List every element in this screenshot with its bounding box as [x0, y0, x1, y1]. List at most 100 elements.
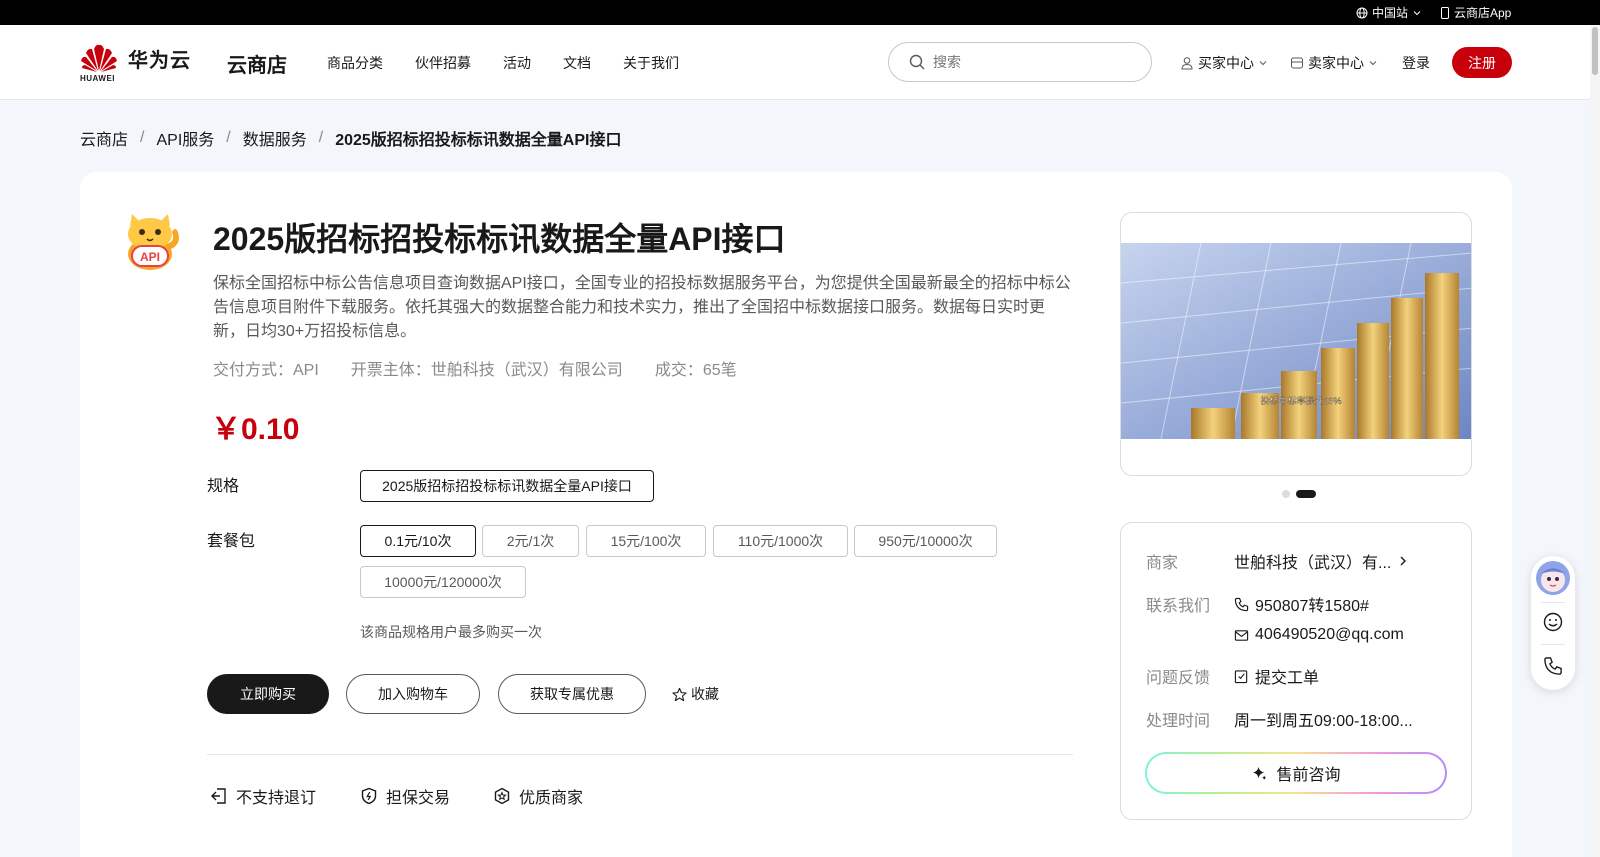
chevron-right-icon — [1400, 556, 1407, 566]
merchant-name: 世舶科技（武汉）有... — [1234, 555, 1392, 572]
mail-icon — [1234, 629, 1249, 641]
main-nav: 商品分类 伙伴招募 活动 文档 关于我们 — [327, 53, 711, 73]
phone-icon — [1544, 657, 1562, 675]
product-price: ￥0.10 — [211, 413, 300, 446]
floating-toolbar — [1531, 556, 1575, 690]
breadcrumb-separator: / — [140, 129, 145, 146]
gallery-slide-caption: 投标中标率提升25% — [1260, 395, 1341, 406]
huawei-cloud-logo[interactable]: 华为云 — [80, 43, 191, 73]
badge-star-icon — [494, 787, 510, 805]
product-description: 保标全国招标中标公告信息项目查询数据API接口，全国专业的招投标数据服务平台，为… — [213, 275, 1071, 340]
submit-ticket-link[interactable]: 提交工单 — [1234, 664, 1319, 688]
nav-item-docs[interactable]: 文档 — [563, 53, 591, 73]
nav-item-events[interactable]: 活动 — [503, 53, 531, 73]
favorite-button[interactable]: 收藏 — [672, 684, 719, 704]
nav-item-about[interactable]: 关于我们 — [623, 53, 679, 73]
phone-contact-button[interactable] — [1531, 656, 1575, 676]
gallery-dot-active[interactable] — [1296, 490, 1316, 498]
buyer-center-menu[interactable]: 买家中心 — [1180, 53, 1268, 73]
product-icon: API — [128, 214, 179, 270]
gallery-slide-image: 投标中标率提升25% — [1121, 243, 1471, 439]
email-value[interactable]: 406490520@qq.com — [1234, 626, 1404, 644]
hours-row: 处理时间 周一到周五09:00-18:00... — [1146, 707, 1413, 731]
shield-icon — [361, 787, 377, 805]
phone-icon — [1234, 597, 1249, 611]
scrollbar-thumb[interactable] — [1592, 27, 1598, 75]
spec-option[interactable]: 2025版招标招投标标讯数据全量API接口 — [360, 470, 654, 502]
page-scrollbar[interactable] — [1590, 25, 1600, 857]
app-label: 云商店App — [1454, 6, 1512, 20]
package-option-5[interactable]: 950元/10000次 — [854, 525, 997, 557]
app-download-link[interactable]: 云商店App — [1440, 0, 1511, 25]
region-label: 中国站 — [1372, 6, 1409, 20]
package-option-1[interactable]: 0.1元/10次 — [360, 525, 476, 557]
delivery-method: 交付方式：API — [213, 362, 319, 379]
phone-device-icon — [1441, 6, 1449, 19]
seller-center-label: 卖家中心 — [1308, 55, 1364, 71]
store-icon — [1291, 57, 1303, 69]
merchant-label: 商家 — [1146, 555, 1179, 572]
add-to-cart-button[interactable]: 加入购物车 — [346, 674, 480, 714]
star-icon — [672, 687, 687, 701]
merchant-link[interactable]: 世舶科技（武汉）有... — [1234, 549, 1409, 573]
search-box[interactable] — [888, 42, 1152, 82]
get-offer-button[interactable]: 获取专属优惠 — [498, 674, 646, 714]
assistant-avatar-icon — [1536, 561, 1570, 595]
submit-ticket-label: 提交工单 — [1255, 670, 1320, 687]
signup-button[interactable]: 注册 — [1452, 47, 1512, 78]
buyer-center-label: 买家中心 — [1198, 55, 1254, 71]
chevron-down-icon — [1259, 61, 1267, 66]
region-selector[interactable]: 中国站 — [1356, 0, 1422, 25]
product-card: API 2025版招标招投标标讯数据全量API接口 保标全国招标中标公告信息项目… — [80, 172, 1512, 857]
email-address: 406490520@qq.com — [1255, 626, 1404, 643]
guarantee-label: 担保交易 — [386, 790, 451, 807]
phone-value[interactable]: 950807转1580# — [1234, 592, 1404, 616]
spec-label: 规格 — [207, 478, 240, 495]
feedback-smile-button[interactable] — [1531, 612, 1575, 632]
breadcrumb-separator: / — [226, 129, 231, 146]
package-option-2[interactable]: 2元/1次 — [482, 525, 579, 557]
search-input[interactable] — [933, 54, 1133, 70]
presale-consult-button[interactable]: 售前咨询 — [1145, 752, 1447, 794]
product-gallery[interactable]: 投标中标率提升25% — [1120, 212, 1472, 476]
product-icon-label: API — [140, 250, 160, 264]
merchant-row: 商家 世舶科技（武汉）有... — [1146, 549, 1409, 573]
user-icon — [1181, 57, 1193, 70]
contact-row: 联系我们 950807转1580# 406490520@qq.com — [1146, 592, 1404, 644]
divider — [207, 754, 1073, 755]
seller-center-menu[interactable]: 卖家中心 — [1290, 53, 1378, 73]
logo-text: 华为云 — [128, 49, 191, 72]
favorite-label: 收藏 — [691, 686, 719, 702]
store-title[interactable]: 云商店 — [227, 49, 287, 78]
gallery-dot[interactable] — [1282, 490, 1290, 498]
guarantee-label: 不支持退订 — [236, 790, 317, 807]
guarantee-escrow: 担保交易 — [360, 784, 450, 808]
site-header: 华为云 HUAWEI 云商店 商品分类 伙伴招募 活动 文档 关于我们 买家中心… — [0, 25, 1600, 100]
breadcrumb-item-api[interactable]: API服务 — [156, 126, 214, 150]
product-title: 2025版招标招投标标讯数据全量API接口 — [213, 221, 786, 257]
breadcrumb-item-data[interactable]: 数据服务 — [243, 126, 307, 150]
nav-item-categories[interactable]: 商品分类 — [327, 53, 383, 73]
exit-icon — [211, 788, 226, 804]
buy-now-button[interactable]: 立即购买 — [207, 674, 329, 714]
invoice-entity: 开票主体：世舶科技（武汉）有限公司 — [350, 362, 623, 379]
top-bar: 中国站 云商店App — [0, 0, 1600, 25]
huawei-flower-icon — [81, 44, 117, 72]
presale-consult-label: 售前咨询 — [1276, 767, 1341, 784]
breadcrumb-item-store[interactable]: 云商店 — [80, 126, 128, 150]
guarantee-no-refund: 不支持退订 — [210, 784, 316, 808]
package-label: 套餐包 — [207, 533, 256, 550]
login-link[interactable]: 登录 — [1402, 53, 1430, 73]
breadcrumb-separator: / — [318, 129, 324, 146]
package-option-6[interactable]: 10000元/120000次 — [360, 566, 526, 598]
globe-icon — [1356, 7, 1368, 18]
edit-icon — [1234, 669, 1248, 683]
gallery-pagination — [1282, 490, 1316, 498]
package-option-3[interactable]: 15元/100次 — [586, 525, 706, 557]
contact-label: 联系我们 — [1146, 598, 1211, 615]
package-option-4[interactable]: 110元/1000次 — [713, 525, 848, 557]
toolbar-divider — [1541, 602, 1565, 603]
nav-item-partners[interactable]: 伙伴招募 — [415, 53, 471, 73]
feedback-row: 问题反馈 提交工单 — [1146, 664, 1319, 688]
assistant-avatar-button[interactable] — [1531, 560, 1575, 596]
